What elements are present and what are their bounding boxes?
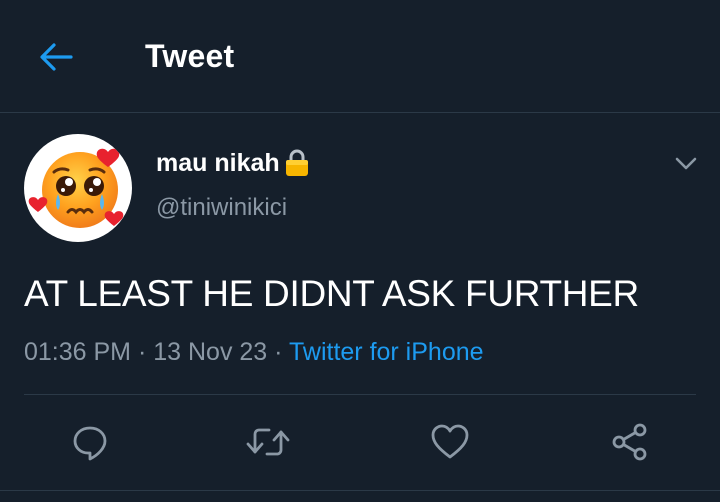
tweet-source-link[interactable]: Twitter for iPhone xyxy=(289,338,484,366)
bottom-divider xyxy=(0,490,720,491)
meta-separator: · xyxy=(274,338,283,366)
tweet-time: 01:36 PM xyxy=(24,338,132,366)
tweet-text: AT LEAST HE DIDNT ASK FURTHER xyxy=(24,273,639,314)
reply-button[interactable] xyxy=(66,418,114,466)
retweet-icon xyxy=(246,428,290,456)
actions-divider xyxy=(24,394,696,395)
lock-icon xyxy=(284,148,310,178)
chevron-down-icon xyxy=(675,157,697,170)
meta-separator: · xyxy=(137,338,147,366)
author-display-name: mau nikah xyxy=(156,148,280,177)
arrow-left-icon xyxy=(40,43,73,71)
header-divider xyxy=(0,112,720,113)
author-handle[interactable]: @tiniwinikici xyxy=(156,194,287,222)
share-icon xyxy=(612,423,647,461)
author-name-row[interactable]: mau nikah xyxy=(156,148,310,178)
more-options-button[interactable] xyxy=(668,148,704,180)
like-icon xyxy=(431,424,469,459)
avatar[interactable] xyxy=(24,134,132,242)
tweet-date: 13 Nov 23 xyxy=(153,338,268,366)
tweet-meta: 01:36 PM · 13 Nov 23 · Twitter for iPhon… xyxy=(24,338,484,367)
page-title: Tweet xyxy=(145,38,235,74)
share-button[interactable] xyxy=(606,418,654,466)
like-button[interactable] xyxy=(426,418,474,466)
reply-icon xyxy=(73,426,107,461)
retweet-button[interactable] xyxy=(244,418,292,466)
back-button[interactable] xyxy=(30,34,82,80)
top-app-bar: Tweet xyxy=(0,0,720,112)
pleading-face-hearts-emoji xyxy=(28,148,124,228)
